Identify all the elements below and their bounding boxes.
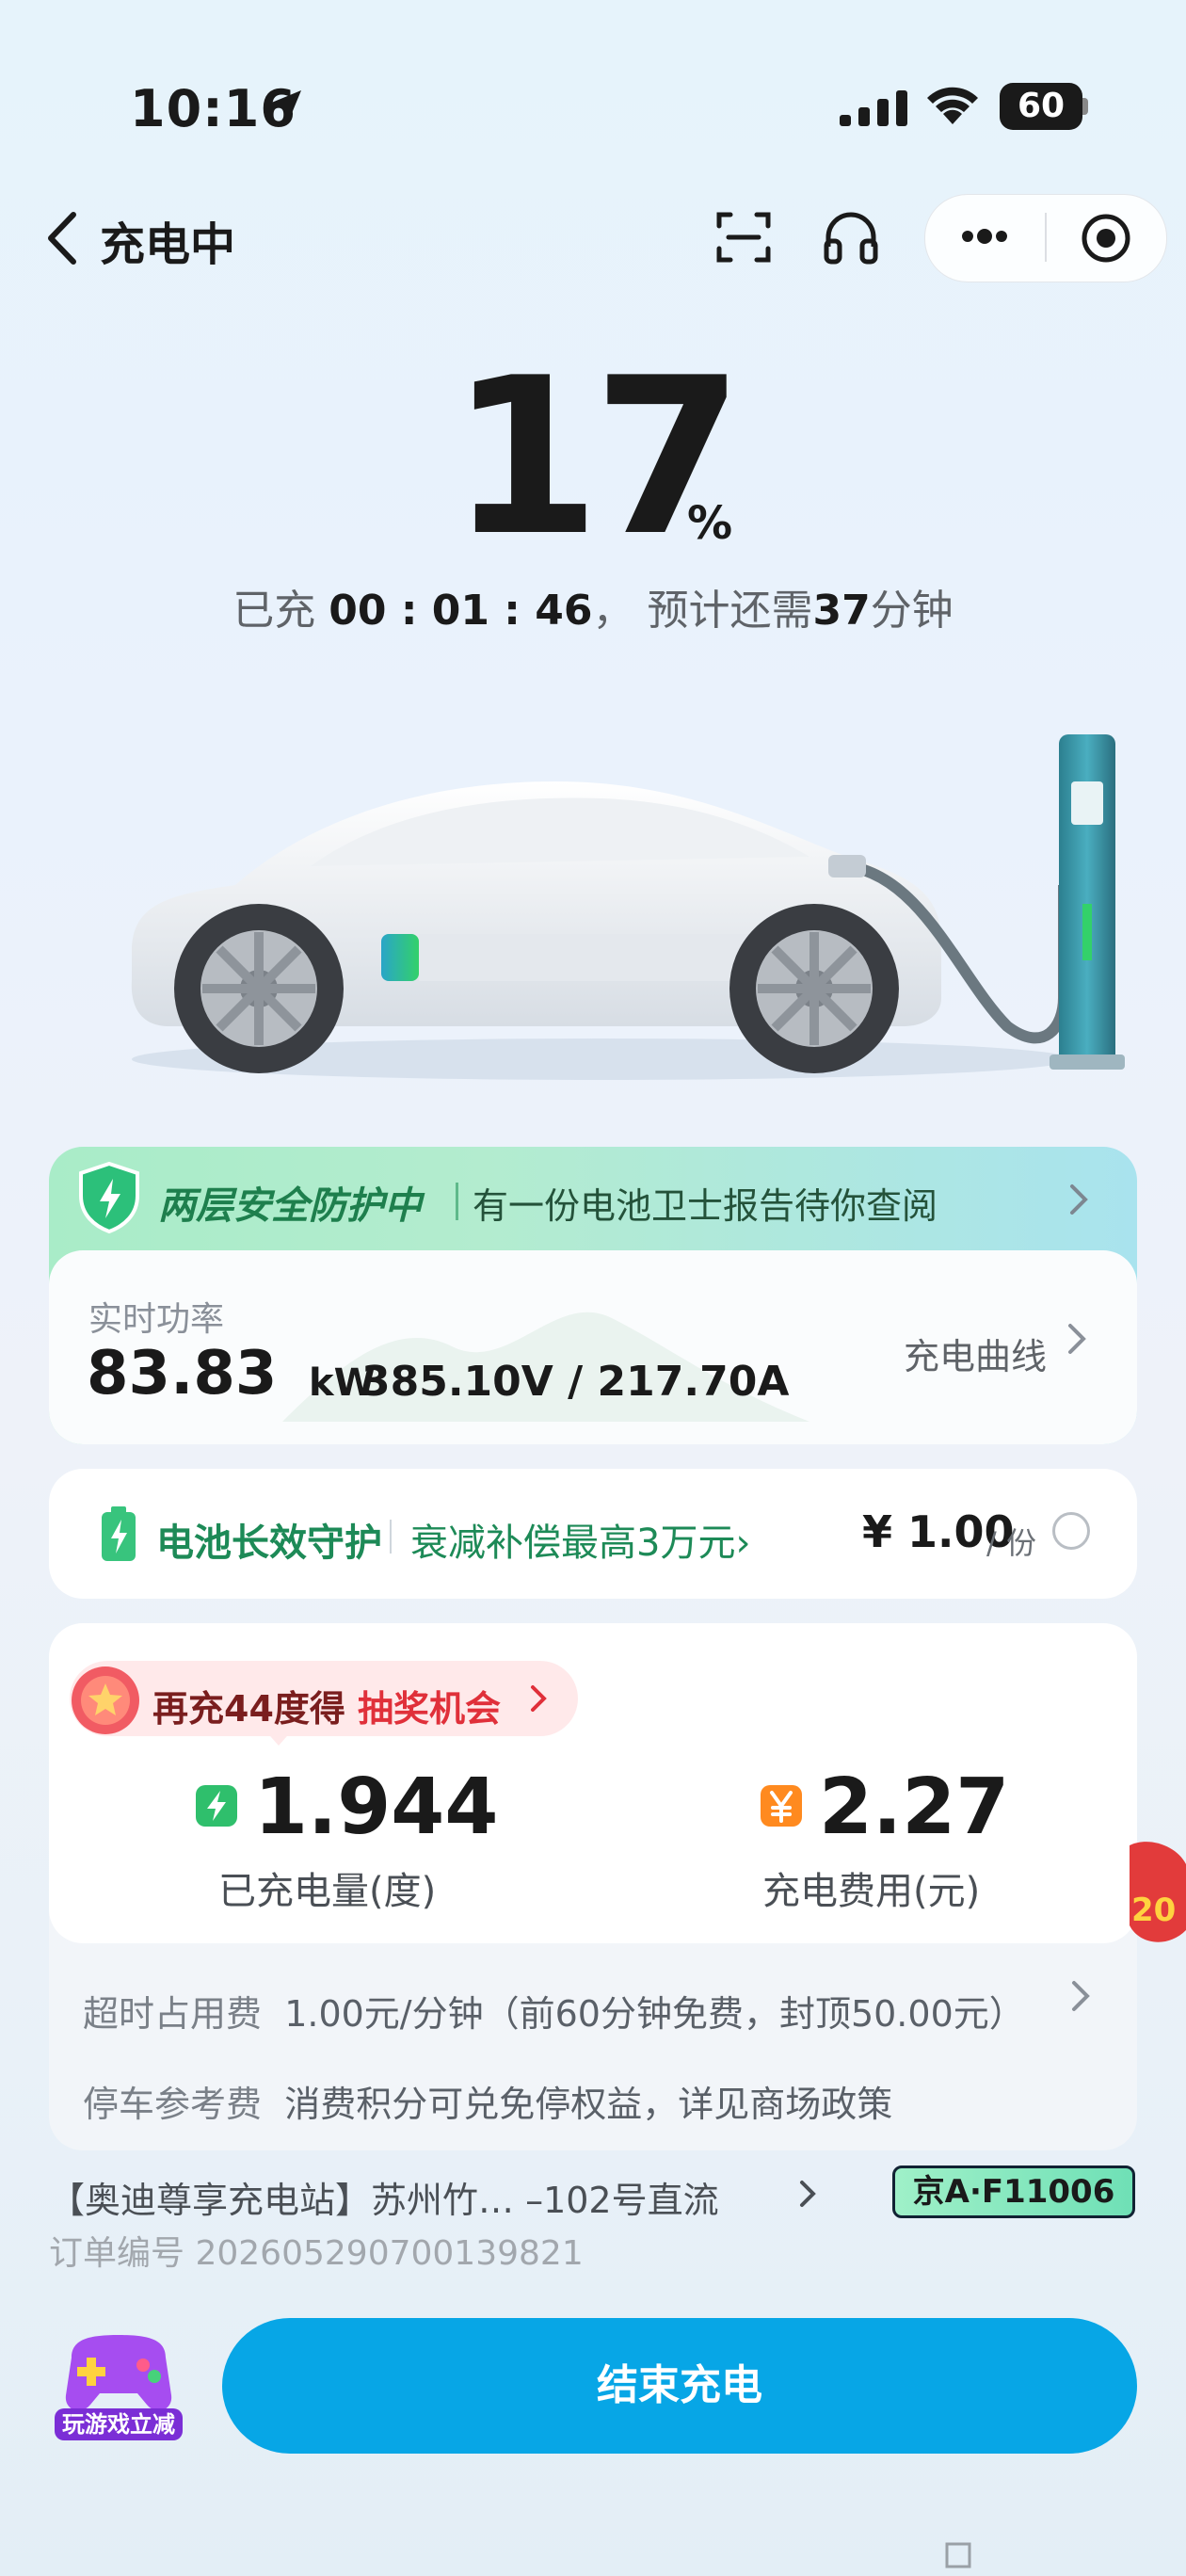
- parking-label: 停车参考费: [83, 2084, 263, 2125]
- promo-text: 再充44度得: [152, 1688, 345, 1730]
- more-icon[interactable]: [956, 222, 1013, 250]
- page-title: 充电中: [100, 218, 236, 271]
- headset-icon[interactable]: [821, 209, 881, 266]
- battery-guard-chevron: ›: [735, 1521, 751, 1565]
- car-charging-illustration: [131, 734, 1125, 1080]
- battery-guard-radio[interactable]: [1052, 1512, 1090, 1550]
- overtime-label: 超时占用费: [83, 1993, 263, 2035]
- license-plate-badge[interactable]: 京A·F11006: [892, 2165, 1135, 2218]
- elapsed-line: 已充 00 : 01 : 46， 预计还需37分钟: [0, 576, 1186, 636]
- battery-icon: [102, 1506, 136, 1561]
- overtime-fee[interactable]: 超时占用费 1.00元/分钟（前60分钟免费，封顶50.00元）: [83, 1985, 1025, 2037]
- chevron-right-icon[interactable]: [798, 2177, 817, 2211]
- charge-curve-link[interactable]: 充电曲线: [904, 1328, 1047, 1379]
- energy-value: 1.944: [254, 1763, 499, 1852]
- promo-highlight: 抽奖机会: [358, 1688, 502, 1730]
- battery-guard-subtitle[interactable]: 衰减补偿最高3万元›: [410, 1512, 750, 1567]
- back-icon[interactable]: [43, 209, 81, 267]
- station-name[interactable]: 【奥迪尊享充电站】苏州竹… –102号直流: [49, 2171, 719, 2223]
- parking-fee: 停车参考费 消费积分可兑免停权益，详见商场政策: [83, 2075, 892, 2127]
- energy-icon: [196, 1785, 237, 1827]
- chevron-right-icon[interactable]: [529, 1682, 548, 1715]
- game-controller-icon[interactable]: 玩游戏立减: [53, 2329, 184, 2442]
- chevron-right-icon[interactable]: [1069, 1977, 1092, 2015]
- wifi-icon: [927, 87, 978, 124]
- elapsed-mid: ， 预计还需: [592, 587, 813, 635]
- elapsed-time: 00 : 01 : 46: [329, 587, 593, 635]
- red-envelope-icon: [72, 1666, 139, 1734]
- close-mini-program-icon[interactable]: [1081, 213, 1131, 264]
- order-label: 订单编号: [49, 2234, 196, 2273]
- shield-icon: [79, 1161, 139, 1234]
- capsule-divider: [1045, 213, 1047, 262]
- parking-value: 消费积分可兑免停权益，详见商场政策: [284, 2084, 893, 2125]
- percent-sign: %: [687, 497, 733, 550]
- elapsed-prefix: 已充: [232, 587, 329, 635]
- battery-guard-title: 电池长效守护: [156, 1521, 382, 1565]
- chevron-right-icon[interactable]: [1066, 1320, 1088, 1358]
- remaining-unit: 分钟: [870, 587, 954, 635]
- power-value: 83.83: [87, 1339, 278, 1409]
- game-label: 玩游戏立减: [62, 2411, 175, 2438]
- chevron-right-icon[interactable]: [1067, 1183, 1090, 1216]
- floating-promo-icon[interactable]: 20: [1120, 1836, 1186, 1977]
- end-charging-button[interactable]: 结束充电: [222, 2318, 1137, 2454]
- voltage-current: 385.10V / 217.70A: [361, 1358, 790, 1406]
- safety-title: 两层安全防护中: [158, 1184, 422, 1228]
- scan-icon[interactable]: [715, 209, 772, 266]
- battery-indicator: 60: [1000, 83, 1082, 130]
- cellular-signal-icon: [840, 90, 907, 126]
- charge-percent: 17: [449, 332, 744, 584]
- battery-guard-divider: [390, 1520, 392, 1554]
- fee-value: 2.27: [819, 1763, 1010, 1852]
- order-value: 20260529070013982​1: [195, 2234, 584, 2273]
- energy-label: 已充电量(度): [218, 1870, 437, 1913]
- safety-divider: [456, 1183, 458, 1220]
- remaining-minutes: 37: [812, 587, 871, 635]
- overtime-value: 1.00元/分钟（前60分钟免费，封顶50.00元）: [284, 1993, 1025, 2035]
- battery-guard-subtitle-text: 衰减补偿最高3万元: [410, 1521, 736, 1565]
- power-label: 实时功率: [88, 1300, 225, 1339]
- battery-cap: [1082, 98, 1088, 115]
- safety-subtitle[interactable]: 有一份电池卫士报告待你查阅: [473, 1177, 938, 1229]
- fee-label: 充电费用(元): [762, 1870, 981, 1913]
- battery-guard-unit: / 份: [986, 1525, 1036, 1561]
- order-number: 订单编号 20260529070013982​1: [49, 2226, 584, 2275]
- floating-promo-label: 20: [1131, 1892, 1176, 1929]
- home-indicator-icon: [945, 2542, 971, 2568]
- yuan-icon: [761, 1785, 802, 1827]
- location-arrow-icon: [269, 90, 301, 122]
